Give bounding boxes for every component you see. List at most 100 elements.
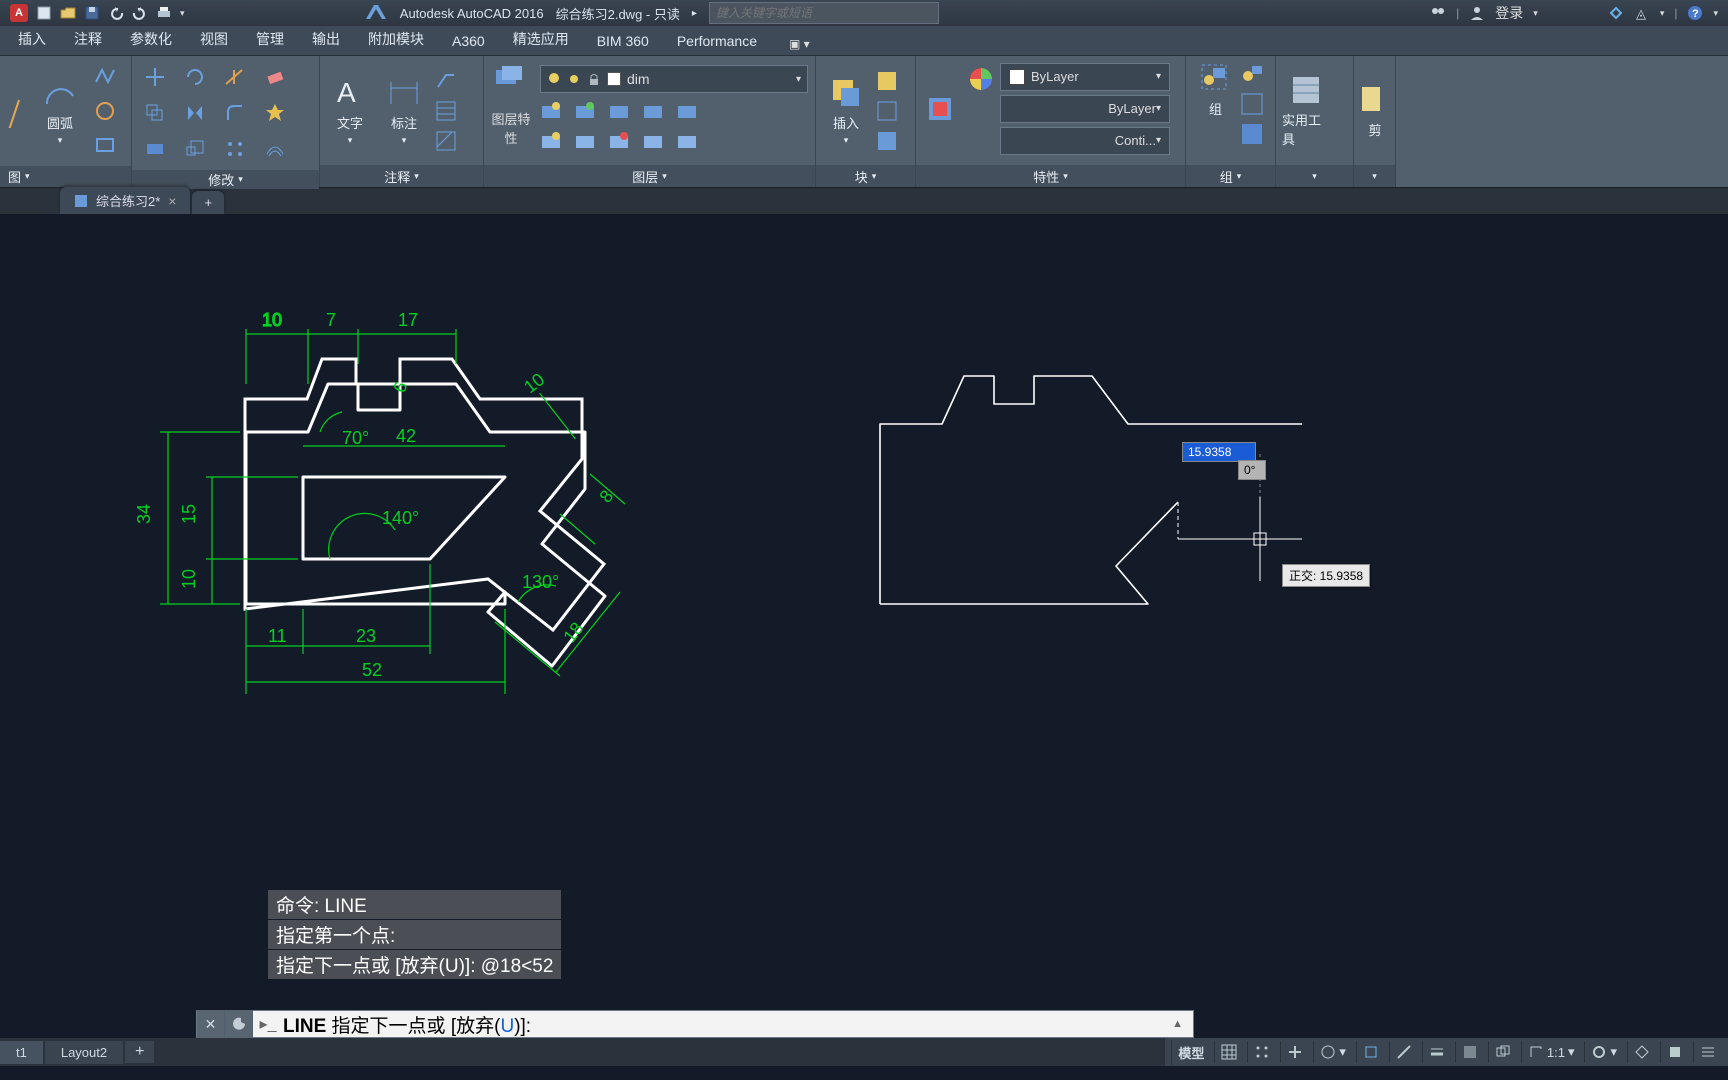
ortho-icon[interactable] <box>1280 1041 1309 1063</box>
exchange-icon[interactable] <box>1608 5 1624 21</box>
offset-icon[interactable] <box>258 134 292 164</box>
layer-tool-1[interactable] <box>540 100 564 122</box>
polar-icon[interactable]: ▾ <box>1313 1041 1352 1063</box>
dimension-button[interactable]: 标注▾ <box>380 76 428 146</box>
panel-block-label[interactable]: 块 <box>816 165 915 187</box>
array-icon[interactable] <box>218 134 252 164</box>
help-icon[interactable]: ? <box>1687 5 1703 21</box>
copy-icon[interactable] <box>138 98 172 128</box>
layer-tool-2[interactable] <box>574 100 598 122</box>
rect-icon[interactable] <box>90 130 120 160</box>
panel-group-label[interactable]: 组 <box>1186 165 1275 187</box>
snap-icon[interactable] <box>1247 1041 1276 1063</box>
linetype-dropdown[interactable]: Conti...▾ <box>1000 127 1170 155</box>
cmdline-history-icon[interactable]: ▲ <box>1162 1018 1193 1030</box>
group-edit-icon[interactable] <box>1240 92 1264 116</box>
print-icon[interactable] <box>156 5 172 21</box>
tab-view[interactable]: 视图 <box>186 23 242 55</box>
panel-draw-label[interactable]: 图 <box>0 166 131 187</box>
layer-tool-10[interactable] <box>676 130 700 152</box>
open-icon[interactable] <box>60 5 76 21</box>
create-block-icon[interactable] <box>876 70 898 92</box>
layer-tool-7[interactable] <box>574 130 598 152</box>
login-link[interactable]: 登录 <box>1495 3 1523 23</box>
layer-properties-button[interactable] <box>490 62 532 96</box>
utilities-button[interactable]: 实用工具 <box>1282 73 1330 148</box>
ungroup-icon[interactable] <box>1240 62 1264 86</box>
model-button[interactable]: 模型 <box>1171 1040 1210 1065</box>
dynamic-length-input[interactable]: 15.9358 <box>1182 442 1256 462</box>
lineweight-dropdown[interactable]: ByLayer▾ <box>1000 95 1170 123</box>
polyline-icon[interactable] <box>90 62 120 92</box>
circle-icon[interactable] <box>90 96 120 126</box>
tab-bim360[interactable]: BIM 360 <box>583 27 663 55</box>
insert-block-button[interactable]: 插入▾ <box>822 76 870 146</box>
table-icon[interactable] <box>434 99 458 123</box>
group-bb-icon[interactable] <box>1240 122 1264 146</box>
layer-tool-4[interactable] <box>642 100 666 122</box>
customize-icon[interactable] <box>1693 1041 1722 1063</box>
tab-parametric[interactable]: 参数化 <box>116 23 186 55</box>
cmdline-close-icon[interactable]: ✕ <box>197 1010 225 1038</box>
explode-icon[interactable] <box>258 98 292 128</box>
panel-utils-label[interactable] <box>1276 165 1353 187</box>
tab-annotate[interactable]: 注释 <box>60 23 116 55</box>
layer-tool-9[interactable] <box>642 130 666 152</box>
hatch-icon[interactable] <box>434 129 458 153</box>
stretch-icon[interactable] <box>138 134 172 164</box>
undo-icon[interactable] <box>108 5 124 21</box>
tab-performance[interactable]: Performance <box>663 27 771 55</box>
grid-icon[interactable] <box>1214 1041 1243 1063</box>
cycling-icon[interactable] <box>1488 1041 1517 1063</box>
qat-dropdown-icon[interactable]: ▾ <box>180 8 185 19</box>
layer-dropdown[interactable]: dim ▾ <box>540 65 808 93</box>
app-menu-icon[interactable]: A <box>10 4 28 22</box>
layout-add-button[interactable]: + <box>125 1041 154 1063</box>
text-button[interactable]: A 文字▾ <box>326 76 374 146</box>
hw-accel-icon[interactable] <box>1660 1041 1689 1063</box>
scale-icon[interactable] <box>178 134 212 164</box>
fillet-icon[interactable] <box>218 98 252 128</box>
tab-featured[interactable]: 精选应用 <box>499 23 583 55</box>
match-props-button[interactable] <box>922 94 962 128</box>
panel-layers-label[interactable]: 图层 <box>484 165 815 187</box>
panel-annotate-label[interactable]: 注释 <box>320 165 483 187</box>
close-tab-icon[interactable]: × <box>168 193 176 209</box>
save-icon[interactable] <box>84 5 100 21</box>
tab-addins[interactable]: 附加模块 <box>354 23 438 55</box>
isolate-icon[interactable] <box>1627 1041 1656 1063</box>
tab-manage[interactable]: 管理 <box>242 23 298 55</box>
cmdline-settings-icon[interactable] <box>225 1010 253 1038</box>
transparency-icon[interactable] <box>1455 1041 1484 1063</box>
layer-tool-6[interactable] <box>540 130 564 152</box>
tab-output[interactable]: 输出 <box>298 23 354 55</box>
redo-icon[interactable] <box>132 5 148 21</box>
dynamic-angle-input[interactable]: 0° <box>1238 460 1266 480</box>
new-icon[interactable] <box>36 5 52 21</box>
tab-a360[interactable]: A360 <box>438 27 499 55</box>
block-attr-icon[interactable] <box>876 130 898 152</box>
layer-tool-5[interactable] <box>676 100 700 122</box>
osnap-icon[interactable] <box>1356 1041 1385 1063</box>
layer-tool-3[interactable] <box>608 100 632 122</box>
a360-icon[interactable]: ◬ <box>1634 5 1650 21</box>
arc-button[interactable]: 圆弧 ▾ <box>36 76 84 146</box>
color-wheel-icon[interactable] <box>968 66 994 124</box>
ribbon-expand-icon[interactable]: ▣ ▾ <box>781 33 818 55</box>
trim-icon[interactable] <box>218 62 252 92</box>
color-dropdown[interactable]: ByLayer▾ <box>1000 63 1170 91</box>
leader-icon[interactable] <box>434 69 458 93</box>
gear-icon[interactable]: ▾ <box>1584 1041 1623 1063</box>
file-tab-active[interactable]: 综合练习2* × <box>60 187 190 214</box>
line-button[interactable] <box>6 94 30 128</box>
drawing-canvas[interactable]: 10 7 17 6 10 70° 42 8 34 15 10 140° 130°… <box>0 214 1728 1012</box>
tab-insert[interactable]: 插入 <box>4 23 60 55</box>
move-icon[interactable] <box>138 62 172 92</box>
command-line[interactable]: ✕ ▸_ LINE 指定下一点或 [放弃(U)]: ▲ <box>196 1010 1194 1038</box>
edit-block-icon[interactable] <box>876 100 898 122</box>
mirror-icon[interactable] <box>178 98 212 128</box>
rotate-icon[interactable] <box>178 62 212 92</box>
panel-props-label[interactable]: 特性 <box>916 165 1185 187</box>
clipboard-button[interactable]: 剪 <box>1360 83 1390 139</box>
layer-tool-8[interactable] <box>608 130 632 152</box>
